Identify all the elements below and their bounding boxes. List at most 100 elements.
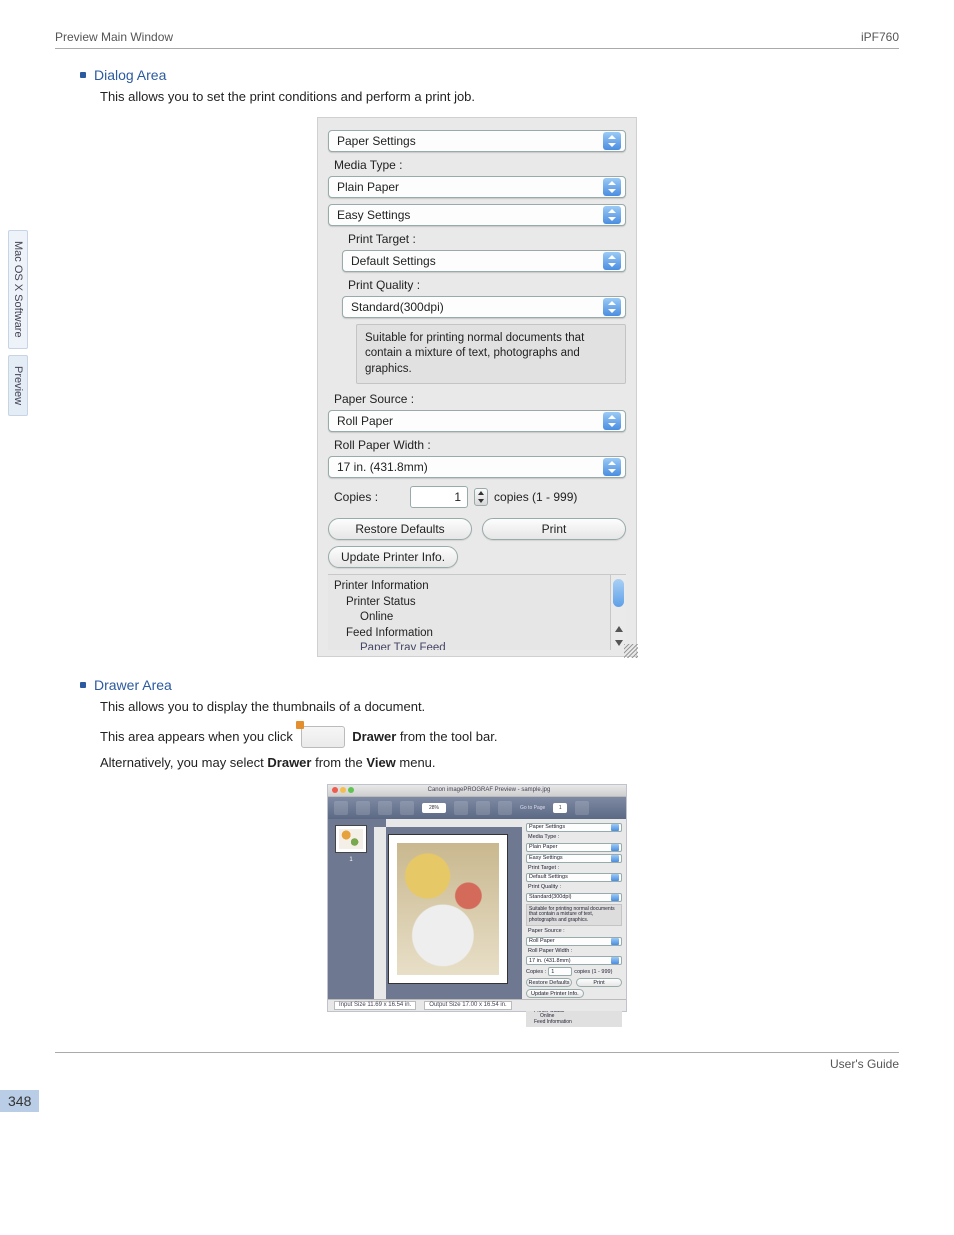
roll-width-label: Roll Paper Width :	[334, 438, 626, 452]
copies-input[interactable]: 1	[410, 486, 468, 508]
sp-label: Print Target :	[526, 865, 622, 872]
scroll-thumb[interactable]	[613, 579, 624, 607]
text-bold: Drawer	[267, 755, 311, 770]
sp-source-select[interactable]: Roll Paper	[526, 937, 622, 946]
stepper-up-icon[interactable]	[475, 489, 487, 497]
status-bar: Input Size 11.69 x 16.54 in. Output Size…	[328, 999, 626, 1011]
preview-window-screenshot: Canon imagePROGRAF Preview - sample.jpg …	[327, 784, 627, 1012]
text: from the tool bar.	[396, 729, 497, 744]
update-printer-info-button[interactable]: Update Printer Info.	[328, 546, 458, 568]
easy-settings-value: Easy Settings	[337, 208, 603, 222]
minimize-icon[interactable]	[340, 787, 346, 793]
sp-label: Roll Paper Width :	[526, 948, 622, 955]
goto-page-label: Go to Page	[520, 805, 545, 811]
header-left: Preview Main Window	[55, 30, 173, 44]
sp-roll-select[interactable]: 17 in. (431.8mm)	[526, 956, 622, 965]
zoom-icon[interactable]	[348, 787, 354, 793]
sp-target-select[interactable]: Default Settings	[526, 873, 622, 882]
close-icon[interactable]	[332, 787, 338, 793]
reduce-button[interactable]	[400, 801, 414, 815]
sp-label: Media Type :	[526, 834, 622, 841]
sp-print-button[interactable]: Print	[576, 978, 622, 987]
ruler-horizontal	[386, 819, 522, 827]
dialog-area-label: Dialog Area	[94, 67, 166, 83]
text-bold: Drawer	[352, 729, 396, 744]
header-right: iPF760	[861, 30, 899, 44]
sp-update-button[interactable]: Update Printer Info.	[526, 989, 584, 998]
scroll-down-icon[interactable]	[615, 640, 623, 646]
sp-quality-select[interactable]: Standard(300dpi)	[526, 893, 622, 902]
updown-icon	[603, 298, 621, 316]
drawer-button[interactable]	[334, 801, 348, 815]
updown-icon	[603, 206, 621, 224]
updown-icon	[603, 252, 621, 270]
paper-source-label: Paper Source :	[334, 392, 626, 406]
stepper-down-icon[interactable]	[475, 497, 487, 505]
window-titlebar: Canon imagePROGRAF Preview - sample.jpg	[328, 785, 626, 797]
ruler-vertical	[374, 827, 386, 999]
print-quality-value: Standard(300dpi)	[351, 300, 603, 314]
info-line: Printer Status	[332, 595, 622, 611]
quality-description: Suitable for printing normal documents t…	[356, 324, 626, 385]
sp-restore-button[interactable]: Restore Defaults	[526, 978, 572, 987]
drawer-line-3: Alternatively, you may select Drawer fro…	[100, 751, 899, 776]
preview-toolbar: 28% Go to Page 1	[328, 797, 626, 819]
print-quality-select[interactable]: Standard(300dpi)	[342, 296, 626, 318]
info-line: Paper Tray Feed	[332, 641, 622, 650]
page-thumbnail[interactable]	[335, 825, 367, 853]
text: menu.	[396, 755, 436, 770]
print-target-label: Print Target :	[348, 232, 626, 246]
sp-copies-input[interactable]: 1	[548, 967, 572, 976]
help-button[interactable]	[575, 801, 589, 815]
page-number-badge: 348	[0, 1090, 39, 1112]
panel-select[interactable]: Paper Settings	[328, 130, 626, 152]
fit-width-button[interactable]	[454, 801, 468, 815]
print-quality-label: Print Quality :	[348, 278, 626, 292]
fit-screen-button[interactable]	[476, 801, 490, 815]
roll-width-select[interactable]: 17 in. (431.8mm)	[328, 456, 626, 478]
sp-desc: Suitable for printing normal documents t…	[526, 904, 622, 927]
paper-source-select[interactable]: Roll Paper	[328, 410, 626, 432]
output-size: Output Size 17.00 x 16.54 in.	[424, 1001, 511, 1010]
window-title: Canon imagePROGRAF Preview - sample.jpg	[356, 787, 622, 793]
input-size: Input Size 11.69 x 16.54 in.	[334, 1001, 416, 1010]
print-target-value: Default Settings	[351, 254, 603, 268]
scrollbar[interactable]	[610, 575, 626, 650]
print-target-select[interactable]: Default Settings	[342, 250, 626, 272]
panel-select-value: Paper Settings	[337, 134, 603, 148]
copies-range: copies (1 - 999)	[494, 490, 577, 504]
goto-page-field[interactable]: 1	[553, 803, 567, 813]
actual-size-button[interactable]	[498, 801, 512, 815]
info-line: Feed Information	[332, 626, 622, 642]
zoom-field[interactable]: 28%	[422, 803, 446, 813]
media-type-select[interactable]: Plain Paper	[328, 176, 626, 198]
copies-value: 1	[417, 490, 465, 504]
page-header: Preview Main Window iPF760	[55, 30, 899, 49]
copies-stepper[interactable]	[474, 488, 488, 506]
drawer-area-heading: Drawer Area	[80, 677, 899, 693]
paper-settings-dialog: Paper Settings Media Type : Plain Paper …	[317, 117, 637, 658]
page-number: 1	[349, 857, 352, 863]
side-settings-panel: Paper Settings Media Type : Plain Paper …	[522, 819, 626, 999]
printer-info-box: Printer Information Printer Status Onlin…	[328, 574, 626, 650]
drawer-area-desc: This allows you to display the thumbnail…	[100, 697, 899, 717]
drawer-area-label: Drawer Area	[94, 677, 172, 693]
page-footer: User's Guide	[55, 1052, 899, 1071]
print-button[interactable]: Print	[482, 518, 626, 540]
sp-label: Paper Source :	[526, 928, 622, 935]
restore-defaults-button[interactable]: Restore Defaults	[328, 518, 472, 540]
print-button[interactable]	[356, 801, 370, 815]
easy-settings-select[interactable]: Easy Settings	[328, 204, 626, 226]
enlarge-button[interactable]	[378, 801, 392, 815]
updown-icon	[603, 458, 621, 476]
drawer-toolbar-icon	[301, 726, 345, 748]
text: This area appears when you click	[100, 729, 293, 744]
page-preview	[388, 834, 508, 984]
sp-media-select[interactable]: Plain Paper	[526, 843, 622, 852]
media-type-label: Media Type :	[334, 158, 626, 172]
info-line: Printer Information	[332, 579, 622, 595]
drawer-line-2: This area appears when you click Drawer …	[100, 725, 899, 750]
sp-top-select[interactable]: Paper Settings	[526, 823, 622, 832]
scroll-up-icon[interactable]	[615, 626, 623, 632]
sp-easy-select[interactable]: Easy Settings	[526, 854, 622, 863]
